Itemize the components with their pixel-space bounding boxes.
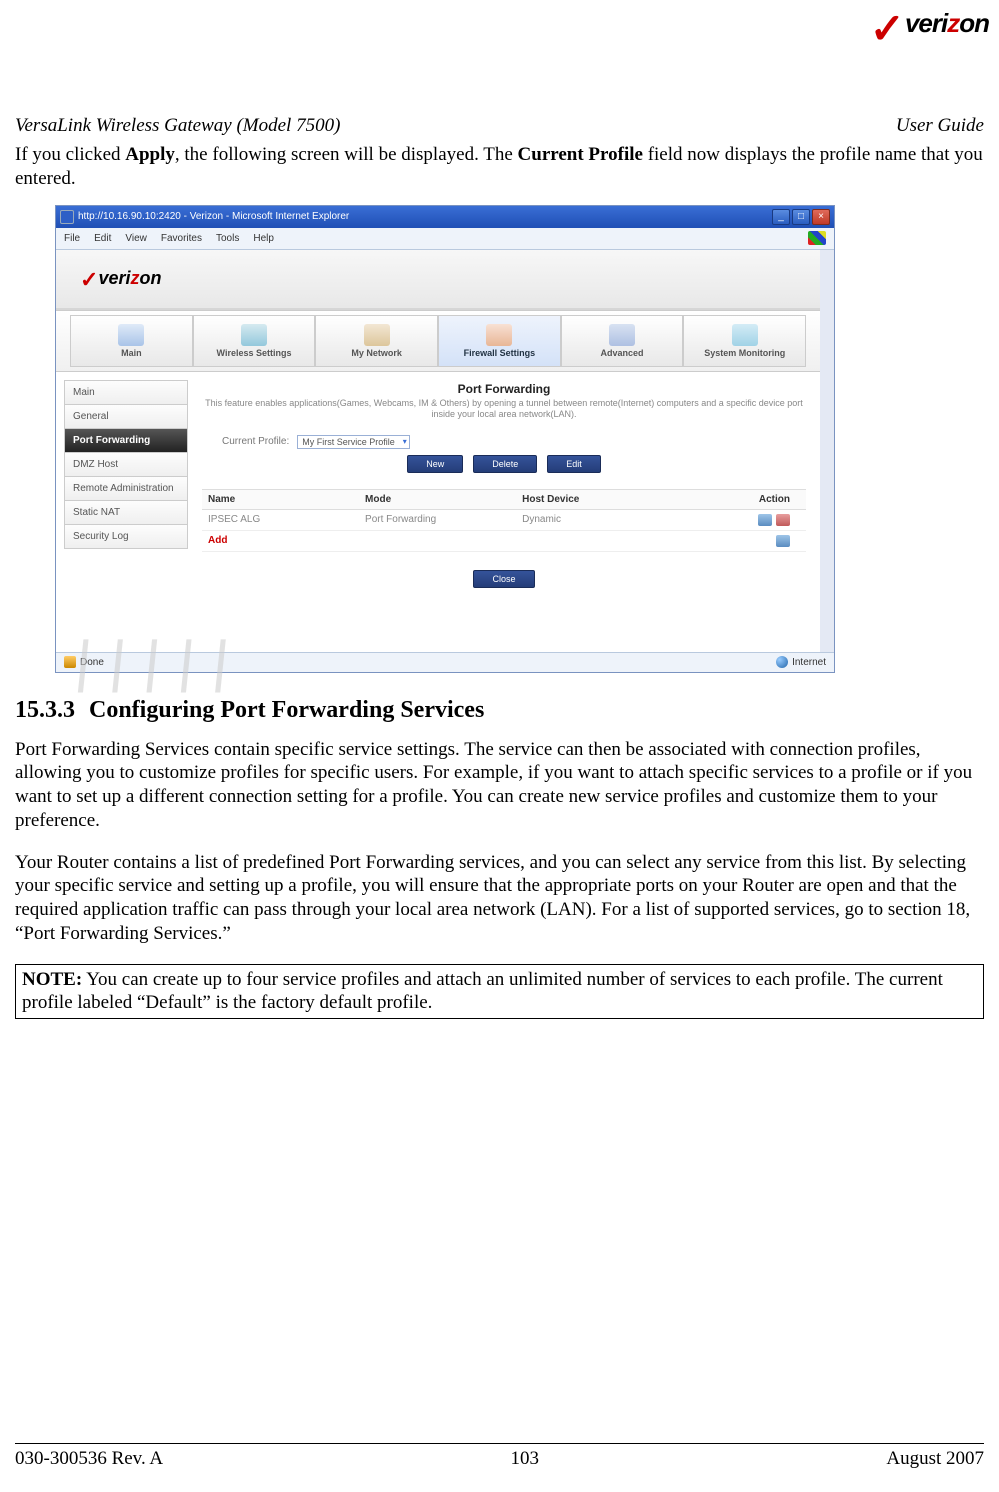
port-forwarding-table: Name Mode Host Device Action IPSEC ALG P… [202,489,806,552]
advanced-icon [609,324,635,346]
profile-select[interactable]: My First Service Profile [297,435,410,449]
add-row[interactable]: Add [202,531,806,552]
wireless-icon [241,324,267,346]
side-dmz[interactable]: DMZ Host [64,452,188,477]
windows-flag-icon [808,231,826,245]
verizon-logo-top: ✓ verizon [874,8,989,73]
ie-menubar: File Edit View Favorites Tools Help [56,228,834,250]
done-icon [64,656,76,668]
verizon-logo-small: ✓ verizon [80,268,161,289]
tab-monitoring[interactable]: System Monitoring [683,315,806,367]
menu-file[interactable]: File [64,233,80,244]
delete-icon[interactable] [776,514,790,526]
ie-icon [60,210,74,224]
panel-title: Port Forwarding [202,382,806,396]
add-icon[interactable] [776,535,790,547]
side-static-nat[interactable]: Static NAT [64,500,188,525]
tab-advanced[interactable]: Advanced [561,315,684,367]
internet-icon [776,656,788,668]
menu-help[interactable]: Help [253,233,274,244]
status-internet: Internet [792,657,826,668]
col-host: Host Device [522,494,679,505]
menu-edit[interactable]: Edit [94,233,111,244]
doc-title: VersaLink Wireless Gateway (Model 7500) [15,115,340,137]
table-row: IPSEC ALG Port Forwarding Dynamic [202,510,806,531]
col-action: Action [679,494,800,505]
watermark: | | | | | [75,631,236,694]
panel-description: This feature enables applications(Games,… [202,398,806,421]
menu-view[interactable]: View [125,233,147,244]
ie-titlebar: http://10.16.90.10:2420 - Verizon - Micr… [56,206,834,228]
firewall-icon [486,324,512,346]
tab-network[interactable]: My Network [315,315,438,367]
section-p1: Port Forwarding Services contain specifi… [15,738,984,833]
col-mode: Mode [365,494,522,505]
edit-button[interactable]: Edit [547,455,601,473]
sidebar: Main General Port Forwarding DMZ Host Re… [56,372,196,652]
close-panel-button[interactable]: Close [473,570,534,588]
section-p2: Your Router contains a list of predefine… [15,851,984,946]
doc-guide: User Guide [896,115,984,137]
menu-tools[interactable]: Tools [216,233,239,244]
minimize-button[interactable]: _ [772,209,790,225]
main-tabs: Main Wireless Settings My Network Firewa… [56,310,820,372]
page-footer: 030-300536 Rev. A 103 August 2007 [15,1443,984,1470]
footer-center: 103 [510,1448,539,1470]
doc-header: VersaLink Wireless Gateway (Model 7500) … [15,115,984,137]
network-icon [364,324,390,346]
maximize-button[interactable]: □ [792,209,810,225]
tab-firewall[interactable]: Firewall Settings [438,315,561,367]
verizon-header: ✓ verizon [56,250,820,310]
footer-left: 030-300536 Rev. A [15,1448,163,1470]
close-button[interactable]: × [812,209,830,225]
tab-main[interactable]: Main [70,315,193,367]
side-general[interactable]: General [64,404,188,429]
main-icon [118,324,144,346]
side-security-log[interactable]: Security Log [64,524,188,549]
profile-label: Current Profile: [222,436,289,447]
menu-favorites[interactable]: Favorites [161,233,202,244]
browser-screenshot: http://10.16.90.10:2420 - Verizon - Micr… [55,205,835,673]
monitoring-icon [732,324,758,346]
intro-paragraph: If you clicked Apply, the following scre… [15,143,984,191]
side-port-forwarding[interactable]: Port Forwarding [64,428,188,453]
col-name: Name [208,494,365,505]
side-main[interactable]: Main [64,380,188,405]
new-button[interactable]: New [407,455,463,473]
section-heading: 15.3.3Configuring Port Forwarding Servic… [15,697,984,724]
side-remote-admin[interactable]: Remote Administration [64,476,188,501]
edit-icon[interactable] [758,514,772,526]
tab-wireless[interactable]: Wireless Settings [193,315,316,367]
note-box: NOTE: You can create up to four service … [15,964,984,1020]
footer-right: August 2007 [886,1448,984,1470]
ie-title: http://10.16.90.10:2420 - Verizon - Micr… [78,211,349,222]
delete-button[interactable]: Delete [473,455,537,473]
